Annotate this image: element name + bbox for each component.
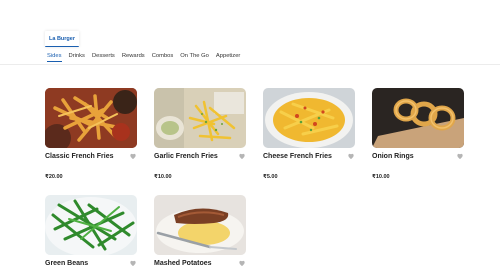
tab-on-the-go[interactable]: On The Go xyxy=(180,50,209,62)
item-price: ₹10.00 xyxy=(154,174,172,180)
tab-appetizer[interactable]: Appetizer xyxy=(216,50,241,62)
heart-icon[interactable] xyxy=(456,152,464,160)
tab-sides[interactable]: Sides xyxy=(47,50,62,62)
menu-item-card[interactable]: Mashed Potatoes xyxy=(154,195,248,267)
cheese-fries-image[interactable] xyxy=(263,88,355,148)
green-beans-image[interactable] xyxy=(45,195,137,255)
item-name: Onion Rings xyxy=(372,153,414,160)
item-price: ₹20.00 xyxy=(45,174,63,180)
item-name: Mashed Potatoes xyxy=(154,260,212,267)
item-price: ₹10.00 xyxy=(372,174,390,180)
category-tabs: Sides Drinks Desserts Rewards Combos On … xyxy=(47,50,240,62)
menu-item-card[interactable]: Classic French Fries ₹20.00 xyxy=(45,88,139,180)
mashed-potatoes-image[interactable] xyxy=(154,195,246,255)
onion-rings-image[interactable] xyxy=(372,88,464,148)
heart-icon[interactable] xyxy=(347,152,355,160)
item-name: Cheese French Fries xyxy=(263,153,332,160)
header-divider xyxy=(0,64,500,65)
garlic-fries-image[interactable] xyxy=(154,88,246,148)
menu-item-card[interactable]: Cheese French Fries ₹5.00 xyxy=(263,88,357,180)
tab-desserts[interactable]: Desserts xyxy=(92,50,115,62)
menu-item-card[interactable]: Garlic French Fries ₹10.00 xyxy=(154,88,248,180)
heart-icon[interactable] xyxy=(129,152,137,160)
menu-item-card[interactable]: Green Beans xyxy=(45,195,139,267)
classic-fries-image[interactable] xyxy=(45,88,137,148)
item-name: Green Beans xyxy=(45,260,89,267)
item-name: Classic French Fries xyxy=(45,153,114,160)
heart-icon[interactable] xyxy=(238,259,246,267)
tab-drinks[interactable]: Drinks xyxy=(69,50,85,62)
item-name: Garlic French Fries xyxy=(154,153,218,160)
tab-rewards[interactable]: Rewards xyxy=(122,50,145,62)
tab-combos[interactable]: Combos xyxy=(152,50,174,62)
store-tab[interactable]: La Burger xyxy=(45,31,79,47)
menu-item-card[interactable]: Onion Rings ₹10.00 xyxy=(372,88,466,180)
item-price: ₹5.00 xyxy=(263,174,278,180)
heart-icon[interactable] xyxy=(129,259,137,267)
heart-icon[interactable] xyxy=(238,152,246,160)
